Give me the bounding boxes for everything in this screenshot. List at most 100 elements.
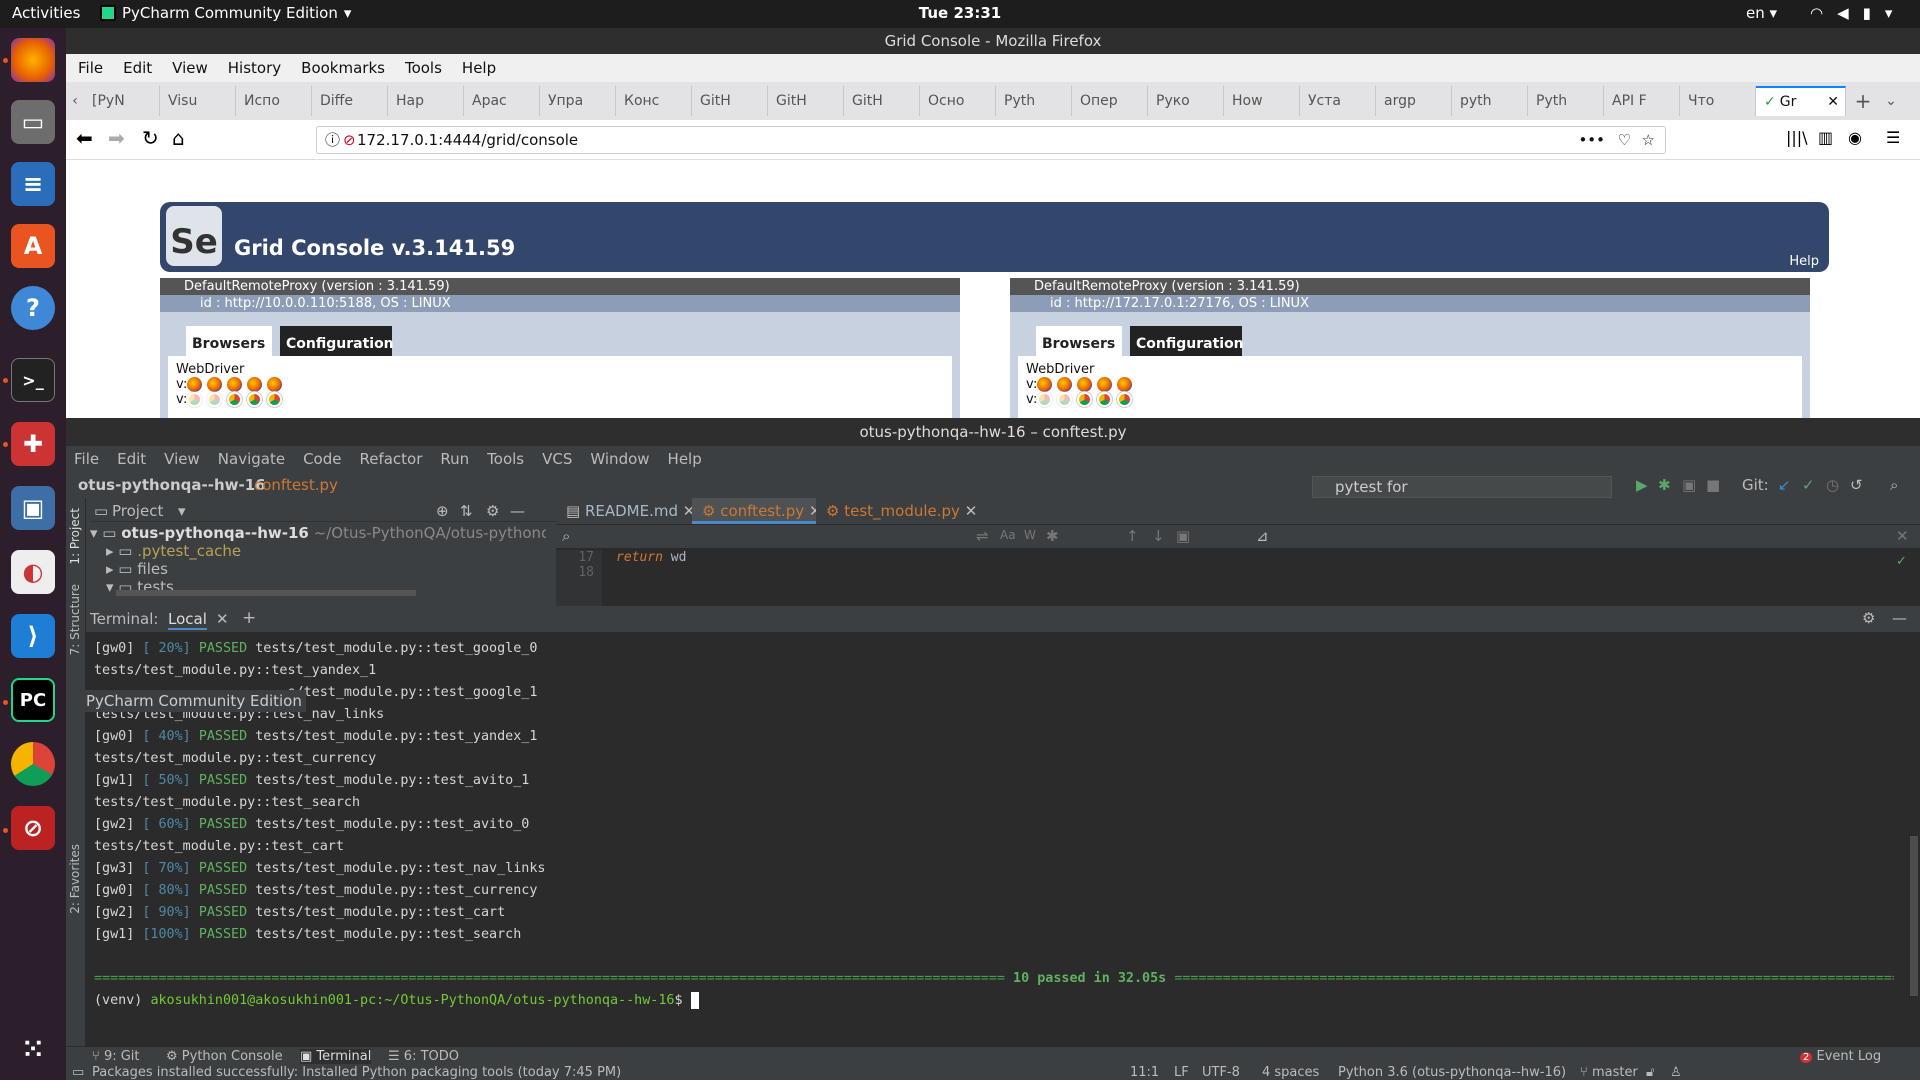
menu-tools[interactable]: Tools (405, 59, 442, 77)
tabs-scroll-left-icon[interactable]: ‹ (66, 93, 84, 109)
breadcrumb-project[interactable]: otus-pythonqa--hw-16 (78, 476, 266, 494)
chrome-icon[interactable] (207, 392, 223, 407)
tab-browsers[interactable]: Browsers (1036, 326, 1122, 356)
browser-tab[interactable]: GitH (844, 86, 920, 116)
structure-tool-button[interactable]: 7: Structure (68, 584, 82, 655)
tab-list-icon[interactable]: ⌄ (1880, 93, 1902, 109)
account-icon[interactable]: ◉ (1848, 128, 1862, 147)
clock[interactable]: Tue 23:31 (0, 4, 1920, 22)
home-icon[interactable]: ⌂ (172, 126, 185, 150)
writer-icon[interactable]: ≡ (11, 162, 55, 206)
firefox-icon[interactable] (1037, 377, 1053, 392)
run-icon[interactable]: ▶ (1636, 476, 1648, 494)
chrome-icon[interactable] (1037, 392, 1053, 407)
menu-view[interactable]: View (164, 450, 200, 468)
browser-tab[interactable]: Испо (236, 86, 312, 116)
chrome-icon[interactable] (227, 392, 243, 407)
shell-prompt[interactable]: (venv) akosukhin001@akosukhin001-pc:~/Ot… (94, 990, 1894, 1012)
search-icon[interactable]: ⌕ (1890, 476, 1898, 494)
firefox-icon[interactable] (1057, 377, 1073, 392)
code-line[interactable]: return wd (616, 550, 686, 565)
chrome-icon[interactable] (11, 742, 55, 786)
coverage-icon[interactable]: ▣ (1682, 476, 1696, 494)
new-terminal-button[interactable]: + (242, 608, 256, 628)
debug-icon[interactable]: ✱ (1658, 476, 1671, 494)
page-actions-icon[interactable]: ••• (1578, 127, 1605, 153)
browser-tab[interactable]: Visu (160, 86, 236, 116)
git-update-icon[interactable]: ↙ (1778, 476, 1791, 494)
system-tray[interactable]: ◠ ◀ ▮ ▾ (1810, 4, 1892, 22)
tab-configuration[interactable]: Configuration (280, 326, 394, 356)
git-commit-icon[interactable]: ✓ (1802, 476, 1815, 494)
menu-history[interactable]: History (228, 59, 281, 77)
browser-tab[interactable]: [PyN (84, 86, 160, 116)
match-case-toggle[interactable]: Aa (1000, 528, 1016, 542)
virtualbox-icon[interactable]: ▣ (11, 486, 55, 530)
event-log[interactable]: 2 Event Log (1800, 1049, 1881, 1064)
firefox-icon[interactable] (1097, 377, 1113, 392)
git-history-icon[interactable]: ◷ (1826, 476, 1839, 494)
whole-word-toggle[interactable]: W (1024, 528, 1036, 542)
tab-browsers[interactable]: Browsers (186, 326, 272, 356)
menu-edit[interactable]: Edit (123, 59, 152, 77)
firefox-icon[interactable] (1117, 377, 1133, 392)
project-tool-button[interactable]: 1: Project (68, 508, 82, 565)
menu-window[interactable]: Window (590, 450, 649, 468)
tab-configuration[interactable]: Configuration (1130, 326, 1244, 356)
horizontal-scrollbar[interactable] (116, 590, 416, 596)
browser-tab[interactable]: Упра (540, 86, 616, 116)
library-icon[interactable]: |||\ (1786, 128, 1808, 147)
inspector-icon[interactable]: ♙ (1670, 1065, 1682, 1080)
browser-tab[interactable]: How (1224, 86, 1300, 116)
editor-tab-test-module[interactable]: ⚙ test_module.py ✕ (816, 498, 988, 524)
gear-icon[interactable]: ⚙ (1862, 609, 1875, 627)
firefox-icon[interactable] (227, 377, 243, 392)
chevron-down-icon[interactable]: ▾ (178, 502, 186, 520)
gear-icon[interactable]: ⚙ (486, 502, 499, 520)
menu-bookmarks[interactable]: Bookmarks (301, 59, 385, 77)
chrome-icon[interactable] (1077, 392, 1093, 407)
menu-view[interactable]: View (172, 59, 208, 77)
editor-tab-readme[interactable]: ▤ README.md ✕ (556, 498, 706, 524)
status-message[interactable]: Packages installed successfully: Install… (92, 1065, 621, 1080)
menu-code[interactable]: Code (303, 450, 341, 468)
back-icon[interactable]: ⬅ (76, 126, 93, 150)
firefox-icon[interactable] (187, 377, 203, 392)
chrome-icon[interactable] (247, 392, 263, 407)
menu-tools[interactable]: Tools (487, 450, 524, 468)
next-match-icon[interactable]: ↓ (1152, 527, 1165, 545)
vertical-scrollbar[interactable] (1910, 836, 1918, 996)
help-icon[interactable]: ? (11, 286, 55, 330)
lock-icon[interactable]: 🔓︎ (1646, 1065, 1654, 1080)
chrome-icon[interactable] (1097, 392, 1113, 407)
file-encoding[interactable]: UTF-8 (1202, 1065, 1240, 1080)
browser-tab[interactable]: Конс (616, 86, 692, 116)
browser-tab[interactable]: pyth (1452, 86, 1528, 116)
firefox-icon[interactable] (1077, 377, 1093, 392)
run-configuration-select[interactable]: pytest for test_module.test_google_0 ▾ (1312, 476, 1612, 516)
browser-tab[interactable]: API F (1604, 86, 1680, 116)
regex-toggle-icon[interactable]: ⇌ (976, 527, 989, 545)
tool-git[interactable]: ⑂ 9: Git (92, 1049, 140, 1064)
close-icon[interactable]: ✕ (965, 502, 978, 520)
cursor-position[interactable]: 11:1 (1130, 1065, 1159, 1080)
prev-match-icon[interactable]: ↑ (1126, 527, 1139, 545)
files-icon[interactable]: ▭ (11, 100, 55, 144)
browser-tab[interactable]: Арас (464, 86, 540, 116)
project-panel-title[interactable]: Project (112, 502, 163, 520)
menu-run[interactable]: Run (440, 450, 469, 468)
blocked-app-icon[interactable]: ⊘ (11, 806, 55, 850)
reload-icon[interactable]: ↻ (142, 126, 159, 150)
status-toggle-icon[interactable]: ▭ (72, 1065, 84, 1080)
hamburger-menu-icon[interactable]: ☰ (1886, 128, 1900, 147)
browser-tab[interactable]: Уста (1300, 86, 1376, 116)
tool-terminal[interactable]: ▣ Terminal (300, 1049, 372, 1064)
collapse-icon[interactable]: ⇅ (460, 502, 473, 520)
browser-tab[interactable]: argp (1376, 86, 1452, 116)
software-center-icon[interactable]: A (11, 224, 55, 268)
hide-icon[interactable]: — (1892, 609, 1907, 627)
browser-tab[interactable]: Руко (1148, 86, 1224, 116)
browser-tab[interactable]: Pyth (996, 86, 1072, 116)
indent-setting[interactable]: 4 spaces (1262, 1065, 1319, 1080)
browser-tab[interactable]: Pyth (1528, 86, 1604, 116)
